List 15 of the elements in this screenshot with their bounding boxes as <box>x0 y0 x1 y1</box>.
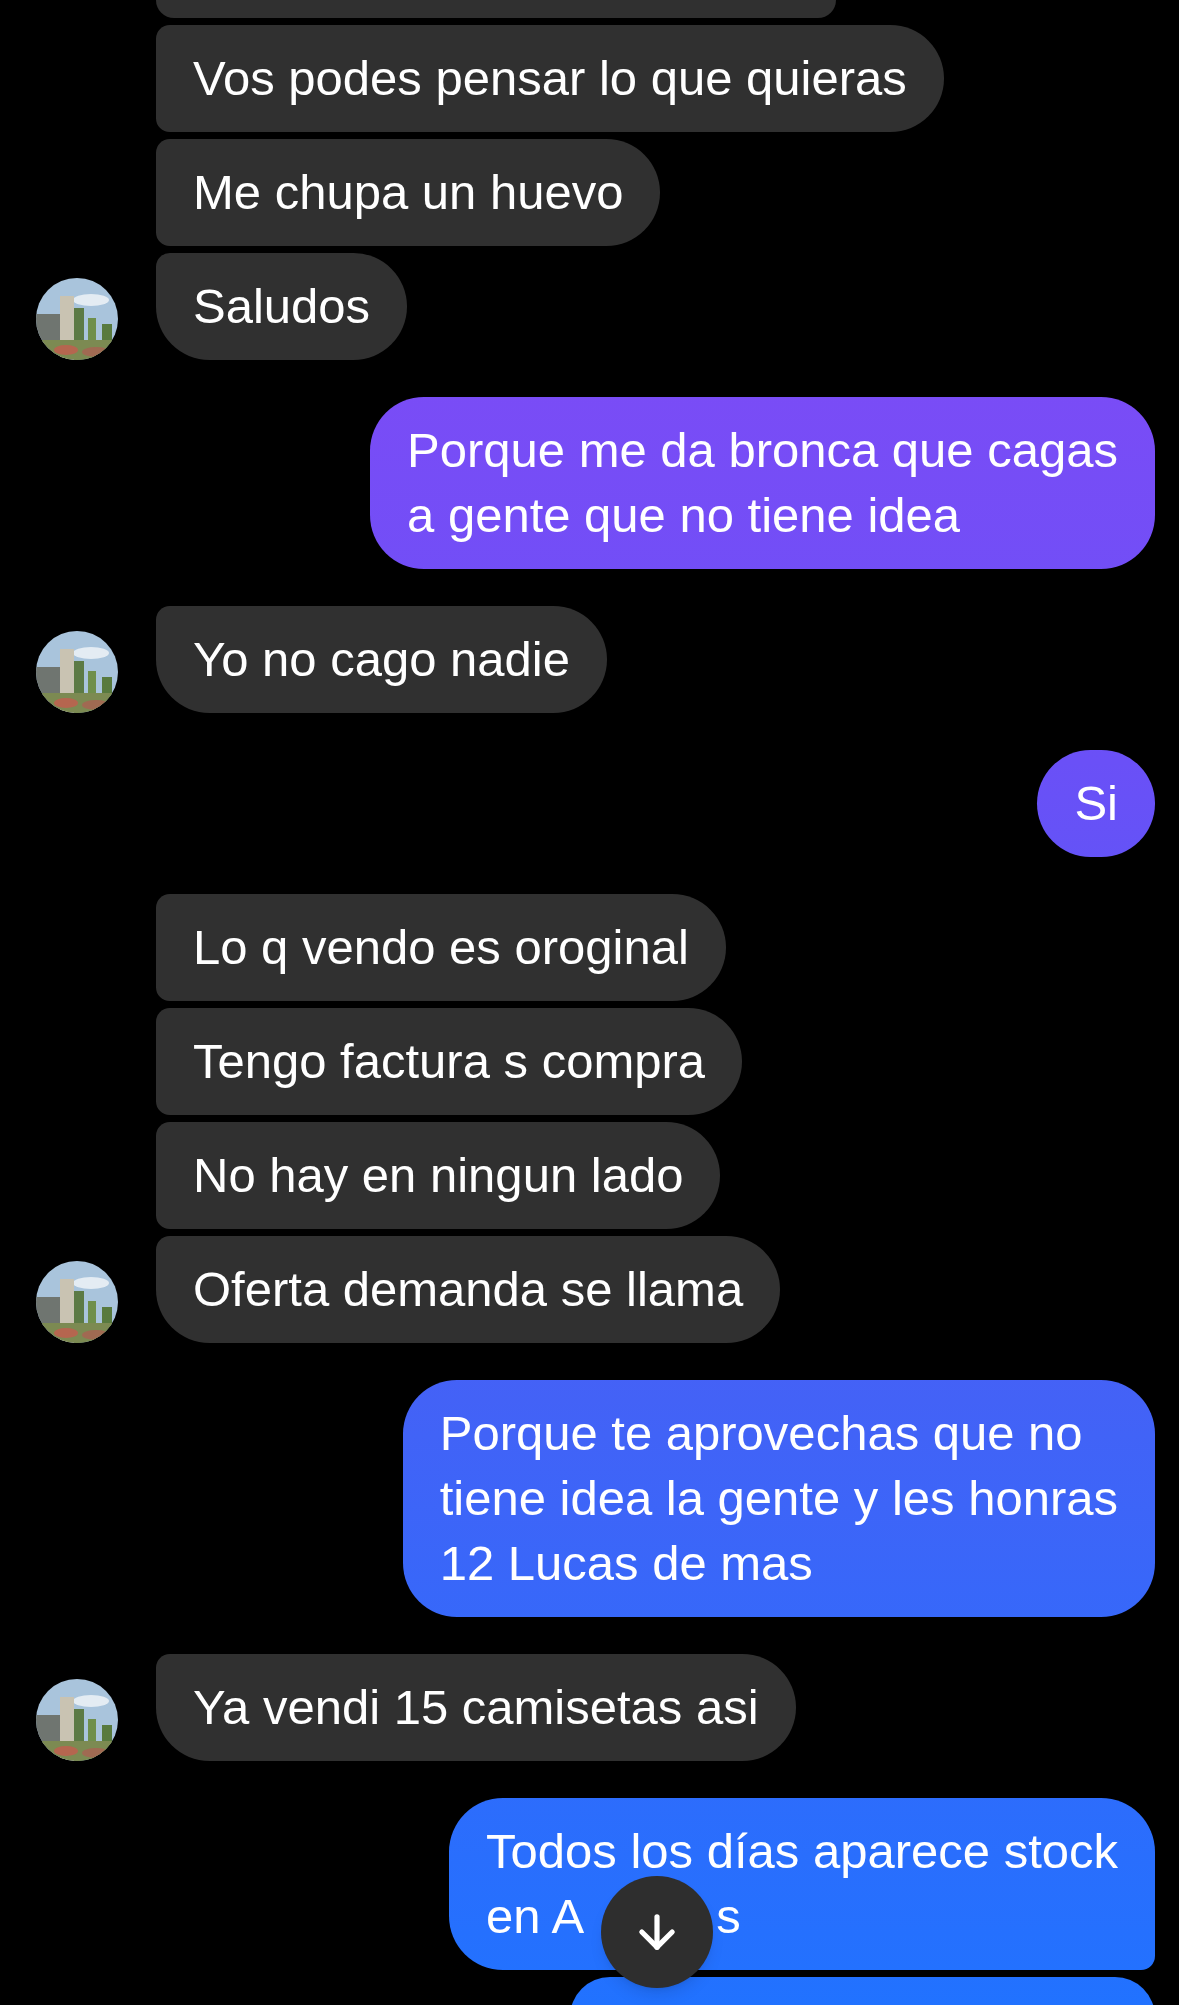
message-text: en A <box>486 1888 585 1945</box>
message-text: Saludos <box>193 278 371 335</box>
message-text: Vos podes pensar lo que quieras <box>193 50 907 107</box>
message-text: Ya vendi 15 camisetas asi <box>193 1679 759 1736</box>
message-text: Todos los días aparece stock <box>486 1823 1118 1880</box>
message-text: Porque me da bronca que cagas a gente que no tiene idea <box>407 422 1118 544</box>
message-text: No hay en ningun lado <box>193 1147 684 1204</box>
message-text: Me chupa un huevo <box>193 164 624 221</box>
message-text: Si <box>1074 775 1118 832</box>
message-text: Yo no cago nadie <box>193 631 570 688</box>
message-text: Oferta demanda se llama <box>193 1261 744 1318</box>
message-text: Porque te aprovechas que no tiene idea la gente y les honras 12 Lucas de mas <box>439 1405 1118 1592</box>
message-text: s <box>716 1888 741 1945</box>
message-text: Lo q vendo es oroginal <box>193 919 689 976</box>
message-text: Tengo factura s compra <box>193 1033 706 1090</box>
